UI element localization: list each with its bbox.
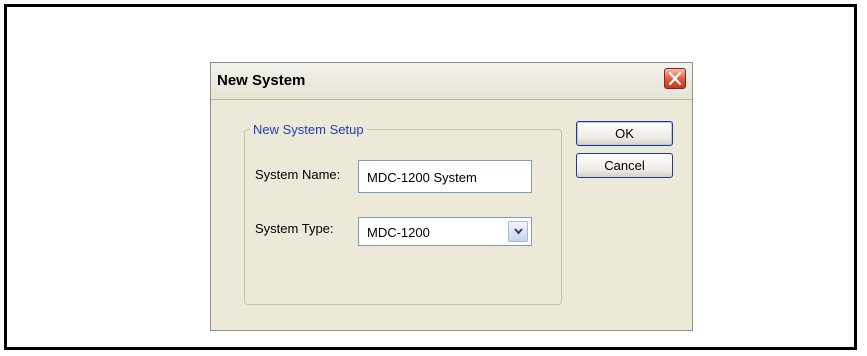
dialog-titlebar[interactable]: New System — [211, 63, 692, 100]
figure-frame: New System New System Setup System Name:… — [4, 4, 857, 350]
system-type-label: System Type: — [255, 221, 334, 236]
dialog-title: New System — [217, 72, 306, 89]
system-type-value: MDC-1200 — [367, 225, 430, 240]
close-button[interactable] — [664, 68, 686, 89]
ok-button[interactable]: OK — [576, 121, 673, 146]
dropdown-button[interactable] — [508, 221, 528, 242]
cancel-button[interactable]: Cancel — [576, 153, 673, 178]
chevron-down-icon — [514, 228, 523, 235]
close-icon — [669, 72, 681, 85]
system-name-input[interactable]: MDC-1200 System — [358, 160, 532, 193]
group-title: New System Setup — [250, 122, 367, 137]
new-system-dialog: New System New System Setup System Name:… — [210, 62, 693, 331]
system-type-select[interactable]: MDC-1200 — [358, 217, 532, 246]
system-name-label: System Name: — [255, 167, 341, 182]
